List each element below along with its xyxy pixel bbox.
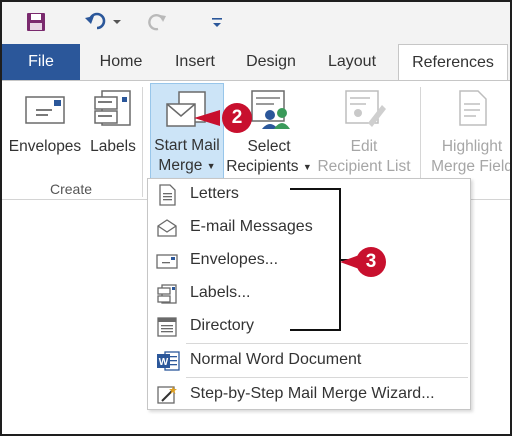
start-mail-merge-line2: Merge	[158, 157, 203, 175]
highlight-line1: Highlight	[441, 138, 503, 155]
quick-access-toolbar	[2, 2, 510, 44]
labels-label: Labels	[90, 138, 136, 155]
labels-button[interactable]: Labels	[86, 87, 140, 177]
edit-recipient-line1: Edit	[350, 138, 378, 155]
highlight-icon	[458, 89, 488, 129]
menu-separator	[186, 377, 468, 378]
menu-item-label: Directory	[190, 317, 255, 334]
tab-insert[interactable]: Insert	[164, 44, 226, 80]
edit-recipient-line2: Recipient List	[317, 158, 411, 175]
create-group-label: Create	[50, 181, 93, 197]
menu-item-mail-merge-wizard[interactable]: Step-by-Step Mail Merge Wizard...	[148, 379, 470, 411]
labels-icon	[156, 283, 180, 305]
menu-item-label: Labels...	[190, 284, 251, 301]
word-window: File Home Insert Design Layout Reference…	[0, 0, 512, 436]
redo-icon[interactable]	[146, 10, 170, 34]
directory-icon	[156, 316, 180, 338]
start-mail-merge-line1: Start Mail	[154, 137, 220, 154]
customize-qat-icon[interactable]	[208, 10, 226, 34]
highlight-line2: Merge Field	[431, 158, 512, 175]
edit-recipient-list-button[interactable]: Edit Recipient List	[314, 87, 414, 177]
chevron-down-icon: ▼	[206, 161, 216, 171]
envelopes-button[interactable]: Envelopes	[6, 87, 84, 177]
envelope-icon	[156, 250, 180, 272]
menu-separator	[186, 343, 468, 344]
edit-list-icon	[344, 89, 388, 129]
menu-item-label: Envelopes...	[190, 251, 279, 268]
tab-design[interactable]: Design	[238, 44, 304, 80]
labels-icon	[92, 89, 134, 129]
select-recipients-line2: Recipients	[226, 158, 299, 176]
menu-item-label: Step-by-Step Mail Merge Wizard...	[190, 385, 435, 402]
tab-references[interactable]: References	[398, 44, 508, 80]
envelope-icon	[24, 91, 66, 127]
envelopes-label: Envelopes	[8, 138, 82, 155]
recipients-icon	[248, 89, 292, 129]
email-envelope-icon	[156, 217, 180, 239]
ribbon-tabs: File Home Insert Design Layout Reference…	[2, 44, 510, 80]
chevron-down-icon: ▼	[302, 162, 312, 172]
start-mail-merge-button[interactable]: Start Mail Merge ▼	[150, 83, 224, 179]
callout-badge-2: 2	[222, 103, 252, 133]
tab-file[interactable]: File	[2, 44, 80, 80]
letter-document-icon	[156, 184, 180, 206]
group-separator	[142, 87, 143, 197]
tab-layout[interactable]: Layout	[320, 44, 384, 80]
menu-item-label: Letters	[190, 185, 239, 202]
save-icon[interactable]	[22, 10, 50, 34]
menu-item-label: Normal Word Document	[190, 351, 362, 368]
highlight-merge-fields-button[interactable]: Highlight Merge Field	[424, 87, 512, 177]
word-document-icon: W	[156, 350, 180, 372]
select-recipients-line1: Select	[247, 138, 291, 155]
svg-text:W: W	[159, 357, 169, 368]
undo-icon[interactable]	[82, 10, 126, 34]
menu-item-normal-word-document[interactable]: W Normal Word Document	[148, 345, 470, 377]
wizard-icon	[156, 384, 180, 406]
callout-badge-3: 3	[356, 247, 386, 277]
tab-home[interactable]: Home	[90, 44, 152, 80]
